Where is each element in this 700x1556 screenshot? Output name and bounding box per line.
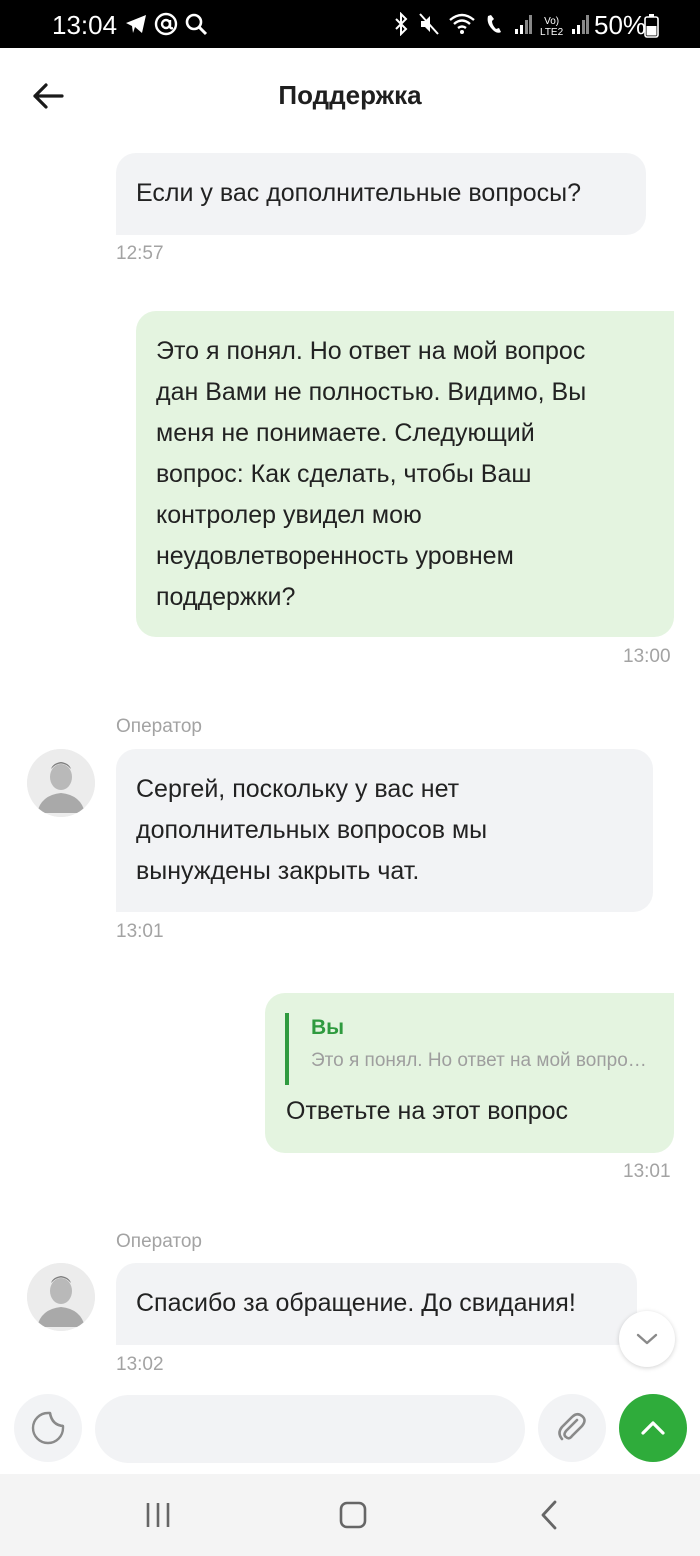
send-button[interactable]: [619, 1394, 687, 1462]
quote-author: Вы: [311, 1016, 345, 1039]
telegram-icon: [124, 13, 148, 40]
sticker-icon: [31, 1411, 65, 1445]
wifi-icon: [448, 12, 476, 41]
incoming-message[interactable]: Спасибо за обращение. До свидания!: [116, 1263, 637, 1345]
volte-icon: Vo) LTE2: [540, 16, 563, 38]
message-time: 12:57: [116, 243, 164, 264]
search-icon: [184, 12, 208, 41]
mute-icon: [418, 12, 440, 41]
sticker-button[interactable]: [14, 1394, 82, 1462]
page-title: Поддержка: [278, 80, 422, 110]
operator-avatar: [27, 749, 95, 817]
message-line: Сергей, поскольку у вас нет: [136, 775, 460, 803]
user-avatar-icon: [27, 1263, 95, 1331]
message-line: вынуждены закрыть чат.: [136, 857, 420, 885]
message-line: неудовлетворенность уровнем: [156, 542, 514, 570]
message-line: меня не понимаете. Следующий: [156, 419, 535, 447]
status-time: 13:04: [52, 10, 118, 40]
message-line: дан Вами не полностью. Видимо, Вы: [156, 378, 587, 406]
operator-avatar: [27, 1263, 95, 1331]
recent-apps-icon: [146, 1503, 170, 1527]
bluetooth-icon: [392, 11, 410, 41]
outgoing-message[interactable]: Это я понял. Но ответ на мой вопрос дан …: [136, 311, 674, 637]
volte-label: Vo): [544, 15, 560, 27]
message-time: 13:01: [116, 921, 164, 942]
chat-messages[interactable]: Если у вас дополнительные вопросы? 12:57…: [0, 146, 700, 1384]
message-text: Ответьте на этот вопрос: [286, 1097, 569, 1125]
message-time: 13:02: [116, 1354, 164, 1375]
attach-button[interactable]: [538, 1394, 606, 1462]
message-text: Если у вас дополнительные вопросы?: [136, 179, 582, 207]
recent-apps-button[interactable]: [133, 1494, 183, 1536]
message-line: контролер увидел мою: [156, 501, 422, 529]
user-avatar-icon: [27, 749, 95, 817]
home-button[interactable]: [328, 1494, 378, 1536]
sender-name: Оператор: [116, 716, 202, 737]
signal-icon: [571, 13, 590, 40]
message-time: 13:00: [623, 646, 671, 667]
message-time: 13:01: [623, 1161, 671, 1182]
battery-icon: [644, 14, 659, 38]
chat-header: Поддержка: [0, 48, 700, 146]
incoming-message[interactable]: Сергей, поскольку у вас нет дополнительн…: [116, 749, 653, 912]
message-line: поддержки?: [156, 583, 296, 611]
system-navigation-bar: [0, 1474, 700, 1556]
battery-percentage: 50%: [594, 10, 647, 40]
message-line: вопрос: Как сделать, чтобы Ваш: [156, 460, 532, 488]
signal-icon: [514, 13, 532, 40]
at-icon: [154, 12, 178, 41]
chevron-up-icon: [641, 1421, 665, 1435]
status-bar: 13:04 Vo) LTE2 50%: [0, 0, 700, 48]
reply-quote[interactable]: Вы Это я понял. Но ответ на мой вопрос д…: [285, 1013, 655, 1085]
incoming-message[interactable]: Если у вас дополнительные вопросы?: [116, 153, 646, 235]
chevron-down-icon: [636, 1333, 658, 1345]
back-icon: [541, 1500, 557, 1530]
message-text: Спасибо за обращение. До свидания!: [136, 1289, 576, 1317]
lte-label: LTE2: [540, 26, 564, 38]
message-input[interactable]: [95, 1395, 525, 1463]
message-composer: [0, 1384, 700, 1474]
back-nav-button[interactable]: [524, 1494, 574, 1536]
quote-text: Это я понял. Но ответ на мой вопрос дан …: [311, 1050, 655, 1071]
message-line: Это я понял. Но ответ на мой вопрос: [156, 337, 586, 365]
home-icon: [339, 1501, 367, 1529]
sender-name: Оператор: [116, 1231, 202, 1252]
message-line: дополнительных вопросов мы: [136, 816, 488, 844]
scroll-down-button[interactable]: [619, 1311, 675, 1367]
outgoing-message[interactable]: Вы Это я понял. Но ответ на мой вопрос д…: [265, 993, 674, 1153]
call-icon: [484, 12, 506, 41]
paperclip-icon: [558, 1412, 586, 1441]
